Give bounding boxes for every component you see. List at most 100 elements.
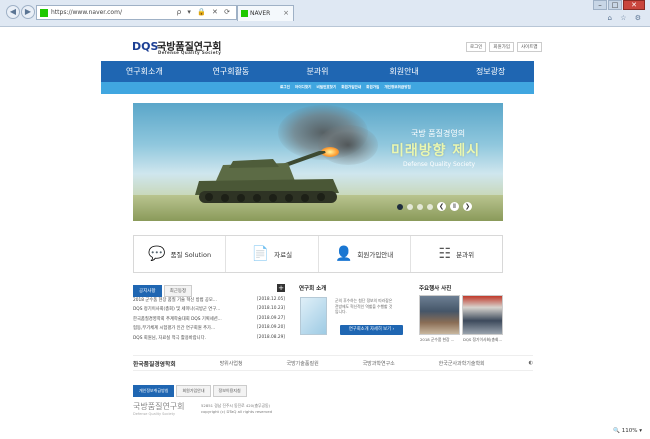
next-slide-icon[interactable]: ❯	[463, 202, 472, 211]
chat-icon: 💬	[148, 246, 166, 262]
browser-chrome: ◀ ▶ https://www.naver.com/ ρ ▾ 🔒 ✕ ⟳ NAV…	[0, 0, 650, 27]
window-controls: – □ ✕	[593, 0, 645, 11]
address-text: 52851 경남 진주시 동진로 420(충무공동)	[201, 403, 271, 408]
maximize-button[interactable]: □	[608, 0, 622, 10]
back-button[interactable]: ◀	[6, 5, 20, 19]
list-item[interactable]: 2018 군수품 현장 품질 기술 혁신 방법 공모... [2018.12.05…	[133, 297, 285, 306]
notice-title[interactable]: 2018 군수품 현장 품질 기술 혁신 방법 공모...	[133, 297, 243, 306]
partner-dtaq[interactable]: 국방기술품질원	[286, 360, 318, 367]
notice-date: [2018.09.20]	[257, 325, 285, 331]
pause-slide-icon[interactable]: Ⅱ	[450, 202, 459, 211]
photos-title: 주요행사 사진	[419, 286, 452, 292]
naver-favicon-icon	[40, 9, 48, 17]
footer-usage-policy[interactable]: 정보이용지침	[212, 385, 247, 397]
partner-dapa[interactable]: 방위사업청	[220, 360, 243, 367]
quick-committees[interactable]: ☷ 분과위	[411, 236, 502, 272]
photo-caption-1[interactable]: 2018 군수품 현장 ...	[420, 337, 454, 343]
footer-links: 개인정보취급방침 회원가입안내 정보이용지침	[133, 385, 247, 397]
partner-extra-icon[interactable]: ◐	[529, 360, 533, 366]
tab-close-icon[interactable]: ×	[283, 9, 289, 17]
partner-kimst[interactable]: 한국군사과학기술학회	[439, 360, 485, 367]
slide-dot-4[interactable]	[427, 203, 433, 210]
nav-item-info[interactable]: 정보광장	[447, 61, 534, 82]
subnav-join-guide[interactable]: 회원가입안내	[341, 85, 361, 90]
subnav-find-id[interactable]: 아이디찾기	[295, 85, 312, 90]
list-icon: ☷	[438, 246, 452, 262]
nav-item-about[interactable]: 연구회소개	[101, 61, 188, 82]
logo-mark: DQS	[132, 40, 159, 53]
zoom-control[interactable]: 🔍 110% ▾	[613, 428, 642, 434]
intro-title: 연구회 소개	[299, 286, 327, 292]
subnav-login[interactable]: 로그인	[280, 85, 290, 90]
quick-label: 회원가입안내	[357, 251, 394, 259]
signup-link[interactable]: 회원가입	[489, 42, 514, 52]
quick-label: 품질 Solution	[170, 251, 212, 259]
close-window-button[interactable]: ✕	[623, 0, 645, 10]
footer-privacy[interactable]: 개인정보취급방침	[133, 385, 175, 397]
address-bar[interactable]: https://www.naver.com/ ρ ▾ 🔒 ✕ ⟳	[36, 5, 237, 20]
sub-navigation: 로그인 아이디찾기 비밀번호찾기 회원가입안내 회원가입 개인정보취급방침	[101, 82, 534, 94]
sitemap-link[interactable]: 사이트맵	[516, 42, 542, 52]
quick-menu: 💬 품질 Solution 📄 자료실 👤 회원가입안내 ☷ 분과위	[133, 235, 503, 273]
footer-logo-subtitle: Defense Quality Society	[133, 412, 176, 416]
toolbar-icons[interactable]: ⌂ ☆ ⚙	[608, 14, 644, 22]
utility-links: 로그인 회원가입 사이트맵	[466, 42, 542, 52]
footer-join-guide[interactable]: 회원가입안내	[176, 385, 211, 397]
nav-item-activities[interactable]: 연구회활동	[188, 61, 275, 82]
list-item[interactable]: DQS 정기이사회(총회) 및 세미나(국방군 연구... [2018.10.23…	[133, 306, 285, 315]
browser-tab[interactable]: NAVER ×	[237, 5, 294, 21]
more-notices-icon[interactable]: +	[277, 284, 285, 292]
howitzer-image	[195, 151, 339, 203]
forward-button[interactable]: ▶	[21, 5, 35, 19]
slide-dot-1[interactable]	[397, 203, 403, 210]
hero-line-2: 미래방향 제시	[391, 143, 481, 159]
notice-title[interactable]: DQS 회원님, 자료실 적극 활용바랍니다.	[133, 335, 243, 344]
hero-line-3: Defense Quality Society	[403, 161, 476, 168]
notice-date: [2018.12.05]	[257, 297, 285, 302]
notice-date: [2018.10.23]	[257, 306, 285, 312]
quick-label: 자료실	[274, 251, 293, 259]
notice-title[interactable]: 협동,무기체계 시험평가 인간 연구회원 추가...	[133, 325, 243, 334]
subnav-join[interactable]: 회원가입	[366, 85, 379, 90]
partner-kqs[interactable]: 한국품질경영학회	[133, 359, 176, 368]
event-photo-2[interactable]	[462, 295, 503, 335]
minimize-button[interactable]: –	[593, 0, 607, 10]
notice-date: [2018.09.27]	[257, 315, 285, 321]
main-navigation: 연구회소개 연구회활동 분과위 회원안내 정보광장	[101, 61, 534, 82]
event-photo-1[interactable]	[419, 295, 460, 335]
quick-quality-solution[interactable]: 💬 품질 Solution	[134, 236, 227, 272]
prev-slide-icon[interactable]: ❮	[437, 202, 446, 211]
login-link[interactable]: 로그인	[466, 42, 487, 52]
tab-notices[interactable]: 공지사항	[133, 285, 162, 297]
nav-item-committees[interactable]: 분과위	[274, 61, 361, 82]
quick-label: 분과위	[456, 251, 475, 259]
user-add-icon: 👤	[334, 246, 353, 262]
tab-recent[interactable]: 최근동정	[163, 285, 193, 297]
subnav-find-password[interactable]: 비밀번호찾기	[316, 85, 336, 90]
slide-dot-2[interactable]	[407, 203, 413, 210]
list-item[interactable]: DQS 회원님, 자료실 적극 활용바랍니다. [2018.08.29]	[133, 335, 285, 344]
quick-archive[interactable]: 📄 자료실	[226, 236, 319, 272]
hero-banner: 국방 품질경영의 미래방향 제시 Defense Quality Society…	[133, 103, 503, 221]
list-item[interactable]: 협동,무기체계 시험평가 인간 연구회원 추가... [2018.09.20]	[133, 325, 285, 334]
footer-logo-title: 국방품질연구회	[133, 402, 185, 411]
slider-controls: ❮ Ⅱ ❯	[397, 202, 472, 211]
photo-caption-2[interactable]: DQS 정기이사회(총회...	[463, 337, 502, 343]
quick-join-guide[interactable]: 👤 회원가입안내	[319, 236, 411, 272]
subnav-privacy[interactable]: 개인정보취급방침	[384, 85, 410, 90]
brochure-image	[300, 297, 327, 335]
notice-title[interactable]: DQS 정기이사회(총회) 및 세미나(국방군 연구...	[133, 306, 243, 315]
notice-title[interactable]: 한국품질경영학회 추계학술대회 DQS 기획세션...	[133, 316, 243, 325]
notice-tabs: 공지사항 최근동정	[133, 285, 193, 297]
partner-add[interactable]: 국방과학연구소	[363, 360, 395, 367]
list-item[interactable]: 한국품질경영학회 추계학술대회 DQS 기획세션... [2018.09.27]	[133, 316, 285, 325]
copyright-text: copyright (c) DTaQ all rights reserved	[201, 408, 273, 414]
address-url[interactable]: https://www.naver.com/	[51, 9, 122, 16]
nav-item-members[interactable]: 회원안내	[361, 61, 448, 82]
partner-logos: 한국품질경영학회 방위사업청 국방기술품질원 국방과학연구소 한국군사과학기술학…	[133, 355, 533, 371]
notice-date: [2018.08.29]	[257, 334, 285, 340]
intro-more-button[interactable]: 연구회소개 자세히 보기 ›	[340, 325, 403, 335]
address-controls[interactable]: ρ ▾ 🔒 ✕ ⟳	[177, 8, 232, 16]
slide-dot-3[interactable]	[417, 203, 423, 210]
tab-favicon-icon	[241, 10, 248, 17]
